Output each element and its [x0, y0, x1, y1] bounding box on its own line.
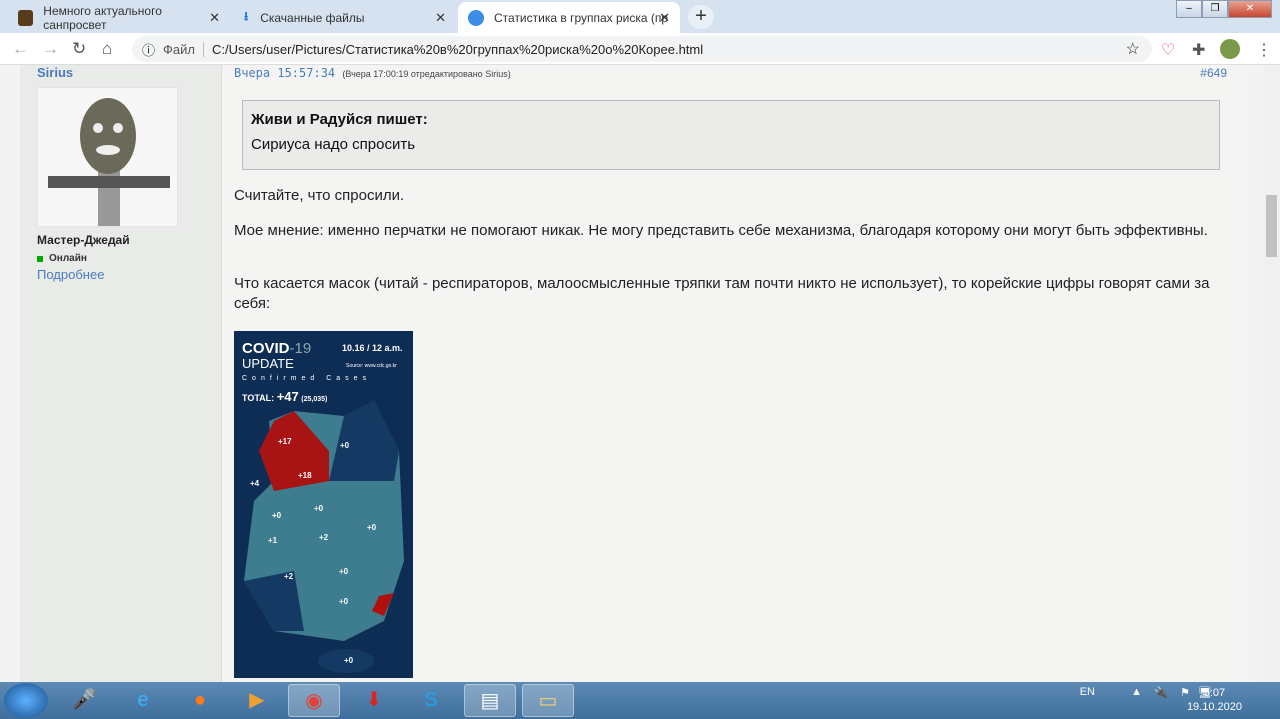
online-status: Онлайн	[37, 253, 87, 264]
more-link[interactable]: Подробнее	[37, 267, 104, 282]
user-avatar	[37, 87, 178, 227]
heart-icon[interactable]: ♡	[1161, 40, 1175, 60]
taskbar-skype-icon[interactable]: S	[405, 684, 457, 717]
post-paragraph: Что касается масок (читай - респираторов…	[234, 275, 1210, 312]
korea-map	[244, 401, 404, 673]
tab-downloads[interactable]: ⭳ Скачанные файлы ✕	[234, 2, 456, 33]
profile-avatar[interactable]	[1220, 39, 1240, 59]
quote-text: Сириуса надо спросить	[251, 136, 416, 153]
windows-taskbar: 🎤 e ● ▶ ◉ ⬇ S ▤ ▭ EN ▲ 🔌 ⚑ 🖥 5:07 19.10.2…	[0, 682, 1280, 719]
user-rank: Мастер-Джедай	[37, 233, 130, 247]
taskbar-explorer-icon[interactable]: ▭	[522, 684, 574, 717]
post-body: Вчера 15:57:34 (Вчера 17:00:19 отредакти…	[222, 65, 1245, 682]
scrollbar-thumb[interactable]	[1266, 195, 1277, 257]
post-date[interactable]: Вчера 15:57:34 (Вчера 17:00:19 отредакти…	[234, 66, 511, 80]
maximize-button[interactable]: ❐	[1202, 0, 1228, 18]
download-icon: ⭳	[244, 9, 249, 23]
close-tab-icon[interactable]: ✕	[435, 10, 446, 26]
home-icon[interactable]: ⌂	[102, 39, 112, 59]
page-content: Sirius Мастер-Джедай Онлайн Подробнее Вч…	[0, 65, 1263, 682]
username-link[interactable]: Sirius	[37, 65, 73, 80]
start-button[interactable]	[4, 683, 48, 718]
online-indicator-icon	[37, 255, 43, 262]
close-tab-icon[interactable]: ✕	[659, 10, 670, 26]
taskbar-microphone-icon[interactable]: 🎤	[58, 684, 110, 717]
post-number-link[interactable]: #649	[1200, 66, 1227, 80]
forward-icon[interactable]: →	[42, 39, 59, 59]
extensions-icon[interactable]: ✚	[1192, 40, 1205, 60]
taskbar-ie-icon[interactable]: e	[117, 684, 169, 717]
bookmark-star-icon[interactable]: ☆	[1126, 39, 1140, 59]
back-icon[interactable]: ←	[12, 39, 29, 59]
site-favicon-icon	[18, 9, 34, 26]
taskbar-chrome-icon[interactable]: ◉	[288, 684, 340, 717]
reload-icon[interactable]: ↻	[72, 39, 86, 59]
menu-icon[interactable]: ⋮	[1256, 40, 1272, 60]
taskbar-firefox-icon[interactable]: ●	[174, 684, 226, 717]
site-favicon-icon	[468, 9, 484, 26]
post-paragraph: Считайте, что спросили.	[234, 187, 405, 204]
tab-statistics[interactable]: Статистика в группах риска (пр ✕	[458, 2, 680, 33]
close-tab-icon[interactable]: ✕	[209, 10, 220, 26]
post-paragraph: Мое мнение: именно перчатки не помогают …	[234, 222, 1208, 239]
url-input[interactable]: ⓘ Файл C:/Users/user/Pictures/Статистика…	[132, 36, 1152, 62]
address-bar-row: ← → ↻ ⌂ ⓘ Файл C:/Users/user/Pictures/Ст…	[0, 33, 1280, 65]
taskbar-download-icon[interactable]: ⬇	[348, 684, 400, 717]
user-sidebar: Sirius Мастер-Джедай Онлайн Подробнее	[20, 65, 222, 682]
new-tab-button[interactable]: +	[688, 5, 714, 29]
taskbar-media-icon[interactable]: ▶	[231, 684, 283, 717]
tab-sanprosvet[interactable]: Немного актуального санпросвет ✕	[8, 2, 230, 33]
tab-bar: Немного актуального санпросвет ✕ ⭳ Скачан…	[0, 0, 1280, 33]
power-icon[interactable]: 🔌	[1154, 686, 1168, 699]
show-hidden-icons-icon[interactable]: ▲	[1131, 686, 1142, 698]
language-indicator[interactable]: EN	[1080, 686, 1095, 698]
minimize-button[interactable]: –	[1176, 0, 1202, 18]
clock[interactable]: 5:07 19.10.2020	[1187, 686, 1242, 714]
taskbar-app-icon[interactable]: ▤	[464, 684, 516, 717]
info-icon: ⓘ	[142, 42, 156, 58]
vertical-scrollbar[interactable]	[1263, 65, 1280, 682]
covid-infographic-image[interactable]: COVID-19 UPDATE 10.16 / 12 a.m. Source: …	[234, 331, 413, 678]
close-window-button[interactable]: ✕	[1228, 0, 1272, 18]
quote-author: Живи и Радуйся пишет:	[251, 111, 428, 128]
quote-block: Живи и Радуйся пишет: Сириуса надо спрос…	[242, 100, 1220, 170]
